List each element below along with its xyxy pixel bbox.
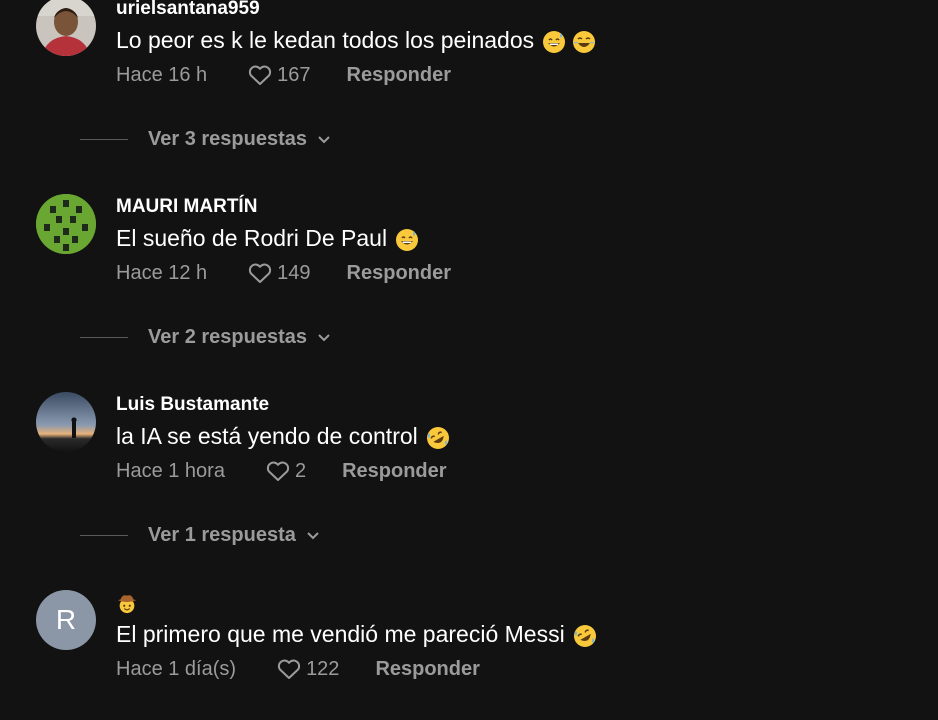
view-replies-button[interactable]: Ver 2 respuestas: [80, 326, 331, 349]
heart-icon: [277, 659, 301, 679]
reply-button[interactable]: Responder: [347, 262, 451, 285]
avatar[interactable]: R: [36, 590, 96, 650]
comment-text: Lo peor es k le kedan todos los peinados: [116, 22, 916, 58]
heart-icon: [249, 65, 272, 85]
like-button[interactable]: 149: [247, 261, 311, 285]
comment-text-content: El primero que me vendió me pareció Mess…: [116, 621, 565, 647]
comment-time: Hace 1 hora: [116, 459, 225, 482]
divider-line: [80, 337, 128, 338]
avatar-letter: R: [55, 604, 77, 635]
comment-text-content: Lo peor es k le kedan todos los peinados: [116, 27, 535, 53]
comment-text: la IA se está yendo de control: [116, 418, 916, 454]
comment-meta: Hace 1 día(s) 122 Responder: [116, 652, 916, 686]
view-replies-label: Ver 3 respuestas: [148, 128, 307, 150]
comment-text-content: El sueño de Rodri De Paul: [116, 225, 388, 251]
rolling-laughing-emoji-icon: [573, 622, 597, 647]
username[interactable]: Luis Bustamante: [116, 392, 916, 418]
avatar[interactable]: [36, 194, 96, 254]
like-count: 167: [277, 63, 311, 86]
tears-of-joy-emoji-icon: [572, 28, 596, 53]
comment-text: El sueño de Rodri De Paul: [116, 220, 916, 256]
reply-button[interactable]: Responder: [347, 64, 451, 87]
like-count: 2: [294, 459, 307, 482]
comment-text: El primero que me vendió me pareció Mess…: [116, 616, 916, 652]
view-replies-button[interactable]: Ver 3 respuestas: [80, 128, 331, 151]
username[interactable]: [116, 590, 916, 616]
avatar[interactable]: [36, 0, 96, 56]
comment-time: Hace 16 h: [116, 63, 208, 86]
comment-meta: Hace 12 h 149 Responder: [116, 256, 916, 290]
like-count: 122: [306, 657, 340, 680]
avatar[interactable]: [36, 392, 96, 452]
reply-button[interactable]: Responder: [342, 460, 446, 483]
chevron-down-icon: [318, 135, 330, 143]
comment-meta: Hace 1 hora 2 Responder: [116, 454, 916, 488]
comment-time: Hace 12 h: [116, 261, 208, 284]
like-count: 149: [277, 261, 311, 284]
like-button[interactable]: 122: [276, 657, 339, 681]
username[interactable]: urielsantana959: [116, 0, 916, 22]
view-replies-label: Ver 1 respuesta: [148, 524, 296, 546]
grinning-sweat-emoji-icon: [395, 226, 419, 251]
grinning-sweat-emoji-icon: [542, 28, 566, 53]
cowboy-hat-emoji-icon: [116, 592, 138, 614]
heart-icon: [249, 263, 272, 283]
heart-icon: [266, 461, 290, 481]
comment-meta: Hace 16 h 167 Responder: [116, 58, 916, 92]
divider-line: [80, 535, 128, 536]
comments-list: urielsantana959 Lo peor es k le kedan to…: [0, 0, 938, 720]
comment-text-content: la IA se está yendo de control: [116, 423, 418, 449]
chevron-down-icon: [318, 333, 330, 341]
reply-button[interactable]: Responder: [375, 658, 479, 681]
view-replies-label: Ver 2 respuestas: [148, 326, 307, 348]
chevron-down-icon: [307, 531, 319, 539]
username[interactable]: MAURI MARTÍN: [116, 194, 916, 220]
rolling-laughing-emoji-icon: [426, 424, 450, 449]
like-button[interactable]: 167: [247, 63, 311, 87]
view-replies-button[interactable]: Ver 1 respuesta: [80, 524, 320, 547]
comment-time: Hace 1 día(s): [116, 657, 237, 680]
divider-line: [80, 139, 128, 140]
like-button[interactable]: 2: [265, 459, 306, 483]
